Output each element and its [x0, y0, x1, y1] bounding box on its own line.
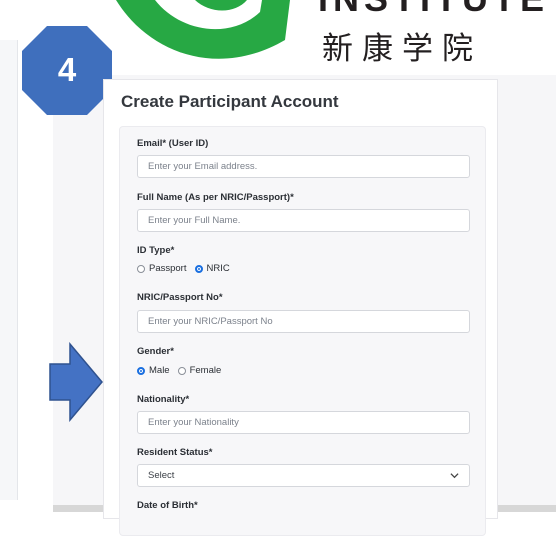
form-container: Email* (User ID) Enter your Email addres…	[119, 126, 486, 536]
logo-text-cn: 新康学院	[322, 31, 482, 67]
resident-status-select[interactable]: Select	[137, 464, 470, 487]
resident-status-label: Resident Status*	[137, 447, 213, 458]
radio-label: Passport	[149, 263, 187, 274]
gender-option-male[interactable]: Male	[137, 365, 170, 376]
nric-label: NRIC/Passport No*	[137, 292, 223, 303]
full-name-label: Full Name (As per NRIC/Passport)*	[137, 192, 294, 203]
full-name-field[interactable]: Enter your Full Name.	[137, 209, 470, 232]
id-type-option-nric[interactable]: NRIC	[194, 263, 230, 274]
email-label: Email* (User ID)	[137, 138, 209, 149]
nationality-label: Nationality*	[137, 394, 190, 405]
email-field[interactable]: Enter your Email address.	[137, 155, 470, 178]
radio-button[interactable]	[137, 264, 145, 273]
select-value: Select	[148, 470, 175, 481]
radio-button-selected[interactable]	[194, 264, 203, 273]
page-title: Create Participant Account	[121, 92, 339, 111]
gender-label: Gender*	[137, 346, 174, 357]
id-type-radio-group: Passport NRIC	[137, 263, 238, 274]
logo-swoosh-icon	[116, 0, 290, 59]
id-type-option-passport[interactable]: Passport	[137, 263, 187, 274]
chevron-down-icon	[450, 473, 459, 479]
step-badge: 4	[17, 20, 117, 120]
radio-button[interactable]	[177, 366, 186, 375]
radio-label: NRIC	[206, 263, 230, 274]
radio-label: Female	[189, 365, 222, 376]
nric-field[interactable]: Enter your NRIC/Passport No	[137, 310, 470, 333]
gender-radio-group: Male Female	[137, 365, 229, 376]
radio-button-selected[interactable]	[137, 366, 145, 375]
left-panel	[0, 40, 18, 500]
logo-text-en: INSTITUTE	[318, 0, 549, 20]
dob-label: Date of Birth*	[137, 500, 198, 511]
arrow-right-icon	[49, 342, 103, 422]
account-card: Create Participant Account Email* (User …	[103, 79, 498, 536]
gender-option-female[interactable]: Female	[177, 365, 222, 376]
step-number: 4	[57, 51, 77, 88]
radio-label: Male	[149, 365, 170, 376]
nationality-field[interactable]: Enter your Nationality	[137, 411, 470, 434]
id-type-label: ID Type*	[137, 245, 175, 256]
